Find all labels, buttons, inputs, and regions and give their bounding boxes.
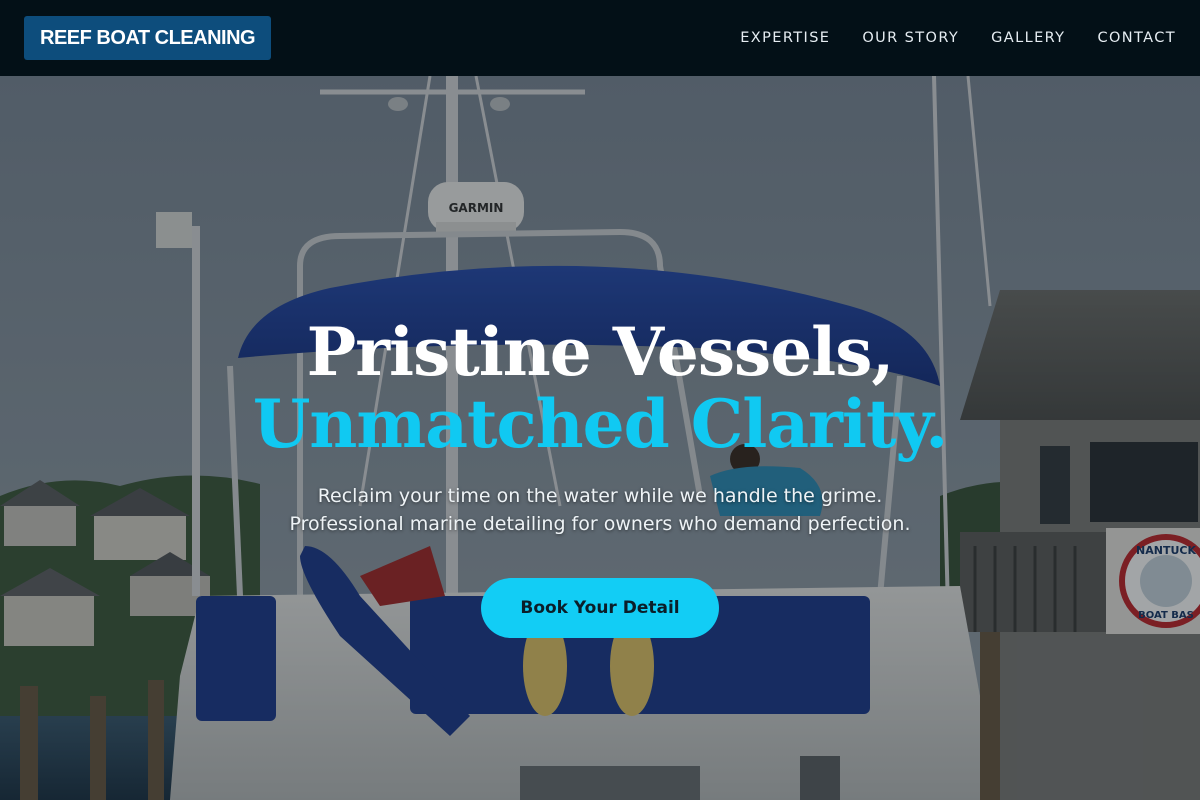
site-logo[interactable]: REEF BOAT CLEANING xyxy=(24,16,272,60)
hero-subtext: Reclaim your time on the water while we … xyxy=(0,482,1200,538)
headline-line-2: Unmatched Clarity. xyxy=(252,385,948,463)
nav-links: EXPERTISE OUR STORY GALLERY CONTACT xyxy=(708,30,1176,46)
headline-line-1: Pristine Vessels, xyxy=(306,313,895,391)
subtext-line-2: Professional marine detailing for owners… xyxy=(289,513,911,535)
nav-link-our-story[interactable]: OUR STORY xyxy=(862,30,959,46)
hero-content: Pristine Vessels, Unmatched Clarity. Rec… xyxy=(0,316,1200,638)
nav-link-gallery[interactable]: GALLERY xyxy=(991,30,1065,46)
nav-link-contact[interactable]: CONTACT xyxy=(1097,30,1176,46)
nav-link-expertise[interactable]: EXPERTISE xyxy=(740,30,830,46)
hero-headline: Pristine Vessels, Unmatched Clarity. xyxy=(0,316,1200,460)
book-detail-button[interactable]: Book Your Detail xyxy=(481,578,719,638)
subtext-line-1: Reclaim your time on the water while we … xyxy=(317,485,883,507)
hero-section: NANTUCK BOAT BAS GARMIN Pristine Vessels… xyxy=(0,76,1200,800)
top-navigation: REEF BOAT CLEANING EXPERTISE OUR STORY G… xyxy=(0,0,1200,76)
